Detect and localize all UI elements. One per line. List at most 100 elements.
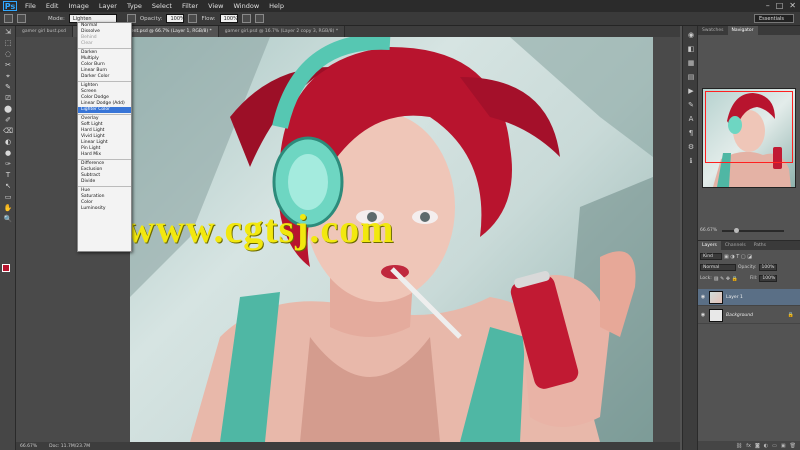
tools-panel: ⇲ ⬚ ◌ ✂ ⌖ ✎ ⎚ ⬤ ✐ ⌫ ◐ ● ✑ T ↖ ▭ ✋ 🔍 [0, 26, 16, 450]
new-layer-icon[interactable]: ▣ [781, 443, 786, 449]
opacity-input[interactable]: 100% [166, 14, 185, 23]
tool-10-icon[interactable]: ◐ [2, 137, 14, 147]
blend-separator [78, 114, 131, 115]
navigator-view-box[interactable] [705, 91, 793, 163]
fill-label: Fill: [749, 276, 758, 281]
paragraph-panel-icon[interactable]: ¶ [686, 128, 696, 138]
tool-5-icon[interactable]: ✎ [2, 82, 14, 92]
brush-panel-icon[interactable] [17, 14, 26, 23]
brush-panel-icon-dock[interactable]: ✎ [686, 100, 696, 110]
tool-4-icon[interactable]: ⌖ [2, 71, 14, 81]
menu-edit[interactable]: Edit [41, 0, 64, 12]
status-bar: 66.67% Doc: 11.7M/23.7M [16, 442, 680, 450]
tool-12-icon[interactable]: ✑ [2, 159, 14, 169]
tool-7-icon[interactable]: ⬤ [2, 104, 14, 114]
tool-11-icon[interactable]: ● [2, 148, 14, 158]
blend-option-lighter-color[interactable]: Lighter Color [78, 107, 131, 113]
menu-select[interactable]: Select [147, 0, 177, 12]
app-logo: Ps [3, 1, 17, 11]
tool-14-icon[interactable]: ↖ [2, 181, 14, 191]
menu-type[interactable]: Type [122, 0, 147, 12]
fill-input[interactable]: 100% [759, 275, 778, 282]
visibility-eye-icon[interactable]: ◉ [700, 312, 706, 318]
layer-row-background[interactable]: ◉ Background 🔒 [698, 307, 800, 324]
lock-icons[interactable]: ▨ ✎ ✥ 🔒 [714, 276, 738, 282]
workspace-select[interactable]: Essentials [754, 14, 794, 23]
minimize-button[interactable]: – [766, 1, 770, 10]
menu-items: File Edit Image Layer Type Select Filter View Wi… [20, 0, 289, 12]
tool-8-icon[interactable]: ✐ [2, 115, 14, 125]
tab-gamer-girl[interactable]: gamer girl.psd @ 16.7% (Layer 2 copy 3, … [218, 26, 346, 37]
blend-option-darker-color[interactable]: Darker Color [78, 74, 131, 80]
blend-option-hard-mix[interactable]: Hard Mix [78, 152, 131, 158]
tool-presets-icon[interactable]: ⚙ [686, 142, 696, 152]
close-button[interactable]: ✕ [789, 1, 796, 10]
blend-separator [78, 81, 131, 82]
flow-input[interactable]: 100% [219, 14, 238, 23]
right-panels: Swatches Navigator 66.67% Layers Channel… [698, 26, 800, 450]
tab-swatches[interactable]: Swatches [698, 26, 728, 35]
group-icon[interactable]: ▭ [772, 443, 777, 449]
tool-13-icon[interactable]: T [2, 170, 14, 180]
menu-window[interactable]: Window [229, 0, 265, 12]
layer-opacity-input[interactable]: 100% [758, 264, 777, 271]
tool-16-icon[interactable]: ✋ [2, 203, 14, 213]
menu-view[interactable]: View [203, 0, 228, 12]
foreground-color-swatch[interactable] [2, 264, 10, 272]
window-controls: – □ ✕ [766, 1, 796, 10]
tab-channels[interactable]: Channels [721, 241, 750, 250]
navigator-thumbnail[interactable] [702, 88, 796, 188]
doc-size: Doc: 11.7M/23.7M [49, 443, 91, 449]
tablet-pressure-icon[interactable] [254, 14, 264, 23]
pressure-size-icon[interactable] [188, 14, 198, 23]
blend-option-clear: Clear [81, 41, 93, 46]
tool-3-icon[interactable]: ✂ [2, 60, 14, 70]
blend-mode-dropdown[interactable]: Normal Dissolve Behind Clear Darken Multiply C… [77, 22, 132, 252]
menu-layer[interactable]: Layer [94, 0, 122, 12]
airbrush-icon[interactable] [241, 14, 251, 23]
tool-1-icon[interactable]: ⬚ [2, 38, 14, 48]
layer-row-layer-1[interactable]: ◉ Layer 1 [698, 289, 800, 306]
navigator-zoom-knob[interactable] [734, 228, 739, 233]
menu-image[interactable]: Image [63, 0, 93, 12]
brush-preset-icon[interactable] [4, 14, 13, 23]
menu-filter[interactable]: Filter [177, 0, 203, 12]
tool-0-icon[interactable]: ⇲ [2, 27, 14, 37]
blend-option-divide[interactable]: Divide [78, 179, 131, 185]
menu-file[interactable]: File [20, 0, 41, 12]
link-layers-icon[interactable]: ⛓ [736, 443, 742, 449]
blend-separator [78, 186, 131, 187]
fx-icon[interactable]: fx [746, 443, 751, 449]
menu-help[interactable]: Help [264, 0, 289, 12]
color-panel-icon[interactable]: ◉ [686, 30, 696, 40]
mask-icon[interactable]: ◙ [755, 443, 760, 449]
adjustment-layer-icon[interactable]: ◐ [764, 443, 768, 449]
tool-9-icon[interactable]: ⌫ [2, 126, 14, 136]
actions-panel-icon[interactable]: ▶ [686, 86, 696, 96]
tab-paths[interactable]: Paths [750, 241, 770, 250]
tool-15-icon[interactable]: ▭ [2, 192, 14, 202]
trash-icon[interactable]: 🗑 [790, 443, 796, 449]
visibility-eye-icon[interactable]: ◉ [700, 294, 706, 300]
tool-17-icon[interactable]: 🔍 [2, 214, 14, 224]
adjustments-panel-icon[interactable]: ◧ [686, 44, 696, 54]
layers-footer: ⛓ fx ◙ ◐ ▭ ▣ 🗑 [698, 441, 800, 450]
kind-filter-select[interactable]: Kind [700, 253, 722, 260]
mode-label: Mode: [48, 15, 65, 22]
blend-option-luminosity[interactable]: Luminosity [78, 206, 131, 212]
maximize-button[interactable]: □ [776, 1, 784, 10]
navigator-zoom[interactable]: 66.67% [700, 228, 717, 233]
styles-panel-icon[interactable]: ▦ [686, 58, 696, 68]
tool-2-icon[interactable]: ◌ [2, 49, 14, 59]
info-panel-icon[interactable]: ℹ [686, 156, 696, 166]
tab-layers[interactable]: Layers [698, 241, 721, 250]
tab-gamer-girl-bust[interactable]: gamer girl bust.psd [16, 26, 73, 37]
tool-6-icon[interactable]: ⎚ [2, 93, 14, 103]
tab-navigator[interactable]: Navigator [727, 26, 758, 35]
navigator-zoom-slider[interactable] [722, 230, 784, 232]
zoom-readout[interactable]: 66.67% [20, 444, 37, 449]
filter-icons[interactable]: ▣ ◑ T ▢ ◪ [724, 254, 752, 260]
character-panel-icon[interactable]: A [686, 114, 696, 124]
layer-blend-select[interactable]: Normal [700, 264, 736, 271]
history-panel-icon[interactable]: ▤ [686, 72, 696, 82]
